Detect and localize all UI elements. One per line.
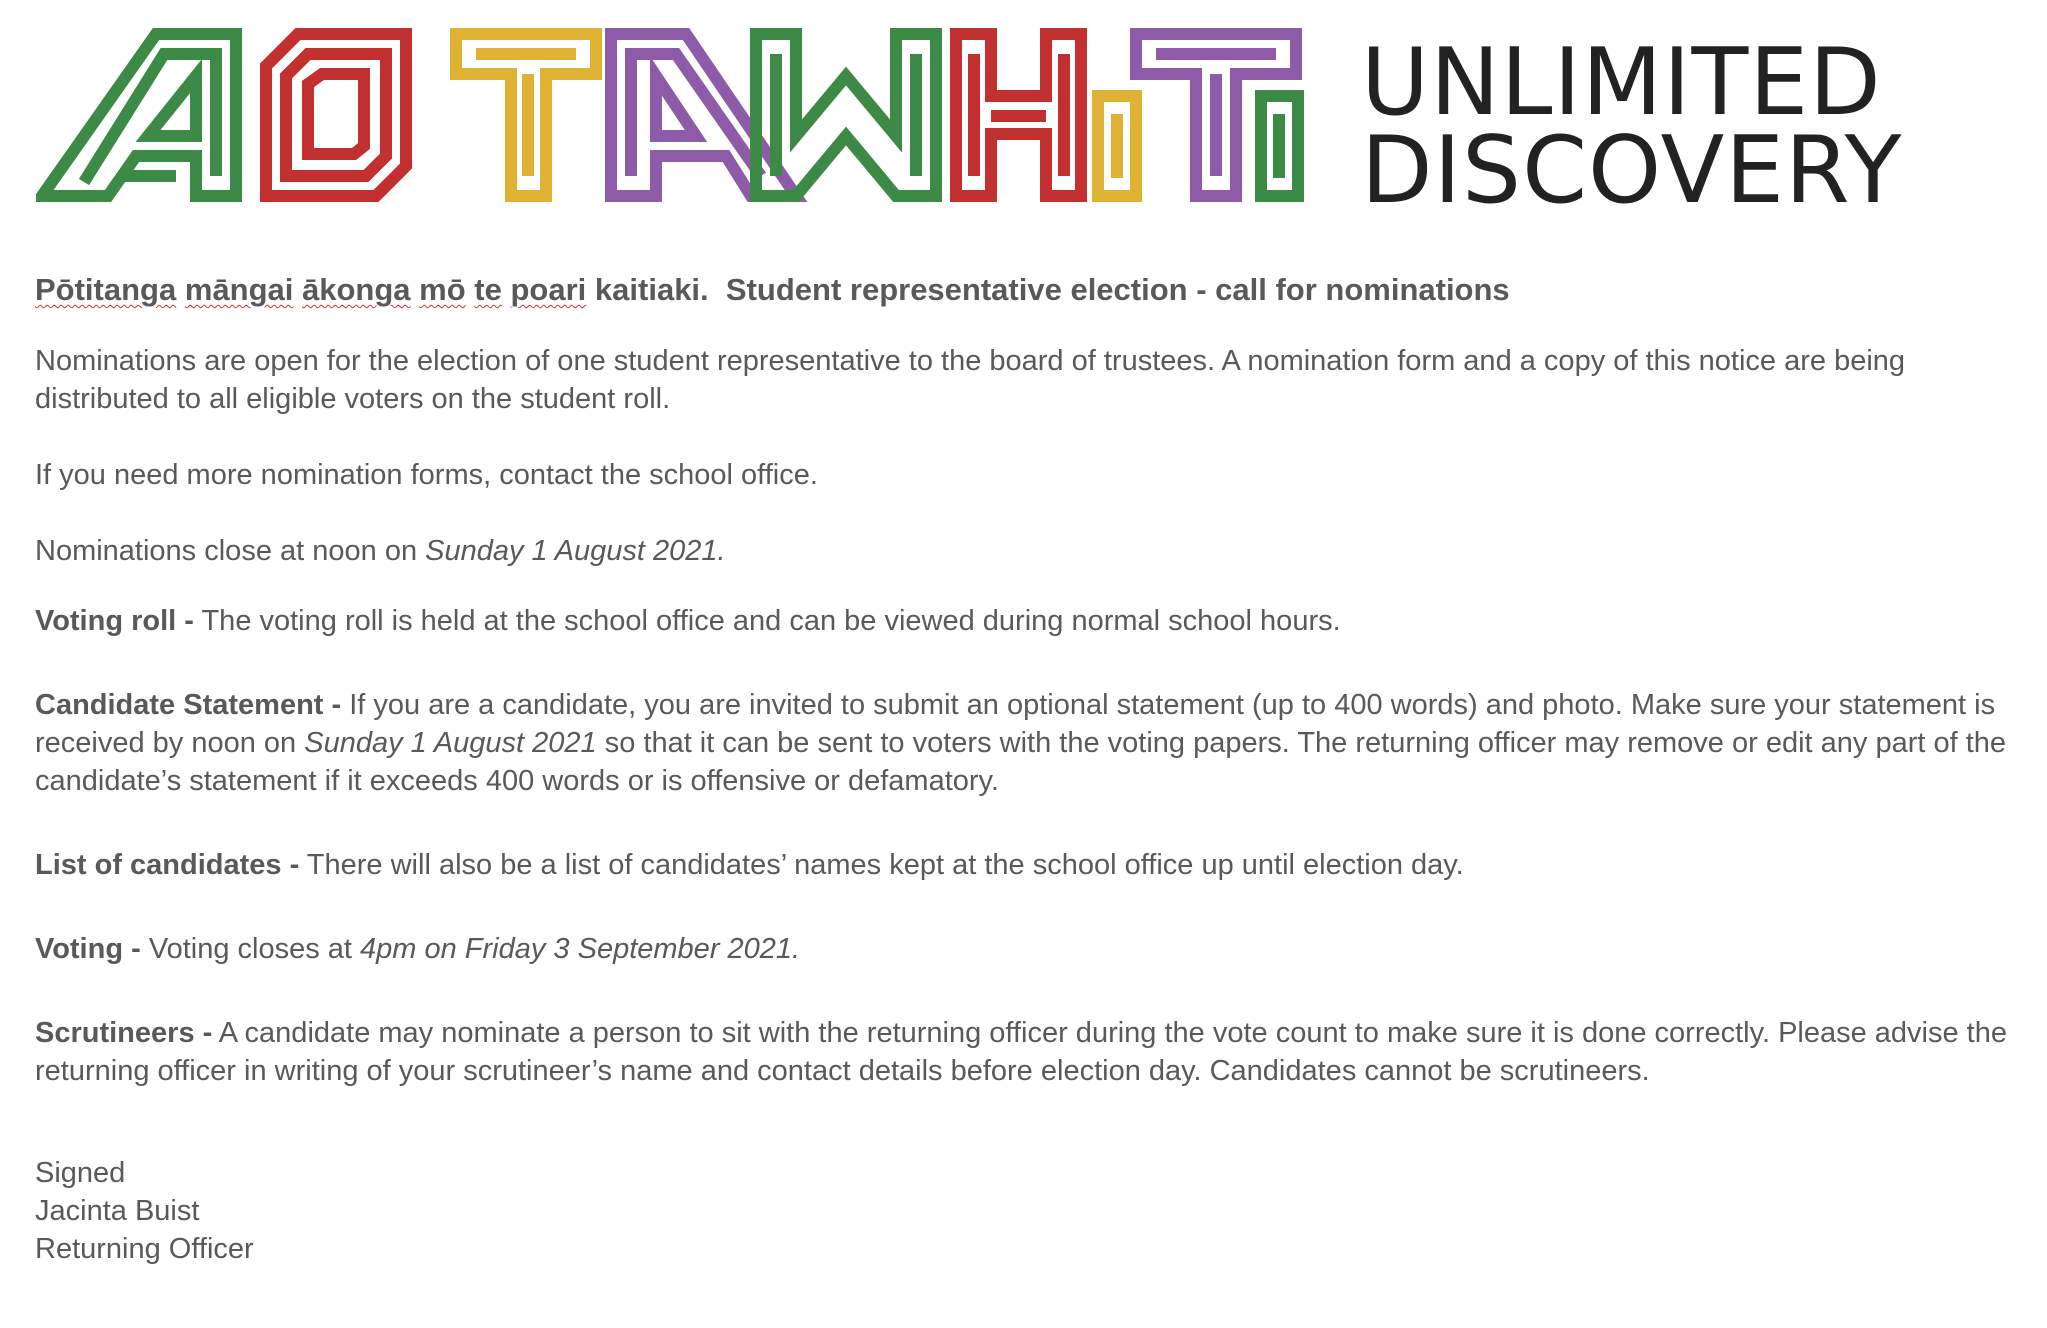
school-logo: UNLIMITED DISCOVERY <box>36 26 1936 217</box>
aotawhiti-logo-mark <box>36 28 1304 202</box>
signature-block: Signed Jacinta Buist Returning Officer <box>35 1154 2025 1268</box>
logo-letter-h <box>950 28 1087 202</box>
signature-title: Returning Officer <box>35 1233 254 1265</box>
list-of-candidates-text: There will also be a list of candidates’… <box>299 849 1464 881</box>
nominations-close-text: Nominations close at noon on <box>35 535 426 567</box>
voting-date: 4pm on Friday 3 September 2021. <box>360 933 801 965</box>
heading-english: Student representative election - call f… <box>725 272 1510 307</box>
voting-text: Voting closes at <box>140 933 361 965</box>
list-of-candidates-section: List of candidates - There will also be … <box>35 846 2025 884</box>
logo-letter-i2 <box>1255 90 1304 202</box>
signature-signed: Signed <box>35 1157 126 1189</box>
logo-letter-t <box>450 28 602 202</box>
heading-maori-word: te <box>474 272 502 307</box>
voting-roll-label: Voting roll - <box>35 605 194 637</box>
voting-roll-section: Voting roll - The voting roll is held at… <box>35 602 2025 640</box>
heading-maori-tail: kaitiaki. <box>594 272 709 307</box>
logo-tagline: UNLIMITED DISCOVERY <box>1361 28 1903 224</box>
intro-paragraph: Nominations are open for the election of… <box>35 345 1906 415</box>
nominations-close-paragraph: Nominations close at noon on Sunday 1 Au… <box>35 532 2025 570</box>
voting-section: Voting - Voting closes at 4pm on Friday … <box>35 930 2025 968</box>
nomination-forms-paragraph: If you need more nomination forms, conta… <box>35 459 818 491</box>
logo-letter-i <box>1092 90 1142 202</box>
logo-letter-a <box>36 28 242 202</box>
candidate-statement-section: Candidate Statement - If you are a candi… <box>35 686 2025 800</box>
scrutineers-section: Scrutineers - A candidate may nominate a… <box>35 1014 2025 1090</box>
voting-label: Voting - <box>35 933 141 965</box>
logo-letter-o <box>260 28 412 202</box>
heading-maori-word: Pōtitanga <box>35 272 177 307</box>
heading-maori-word: māngai <box>184 272 294 307</box>
nominations-close-date: Sunday 1 August 2021. <box>425 535 726 567</box>
signature-name: Jacinta Buist <box>35 1195 200 1227</box>
logo-letter-a2 <box>605 28 808 202</box>
scrutineers-label: Scrutineers - <box>35 1017 213 1049</box>
logo-tagline-line1: UNLIMITED <box>1361 28 1882 136</box>
heading-maori-word: mō <box>419 272 466 307</box>
heading-maori-word: poari <box>510 272 587 307</box>
candidate-statement-label: Candidate Statement - <box>35 689 342 721</box>
notice-body: Pōtitanga māngai ākonga mō te poari kait… <box>35 270 2025 1268</box>
notice-heading: Pōtitanga māngai ākonga mō te poari kait… <box>35 270 2025 310</box>
logo-tagline-line2: DISCOVERY <box>1361 116 1903 224</box>
voting-roll-text: The voting roll is held at the school of… <box>193 605 1341 637</box>
candidate-statement-date: Sunday 1 August 2021 <box>304 727 597 759</box>
heading-maori-word: ākonga <box>302 272 411 307</box>
scrutineers-text: A candidate may nominate a person to sit… <box>35 1017 2007 1087</box>
logo-letter-t2 <box>1130 28 1302 202</box>
list-of-candidates-label: List of candidates - <box>35 849 300 881</box>
